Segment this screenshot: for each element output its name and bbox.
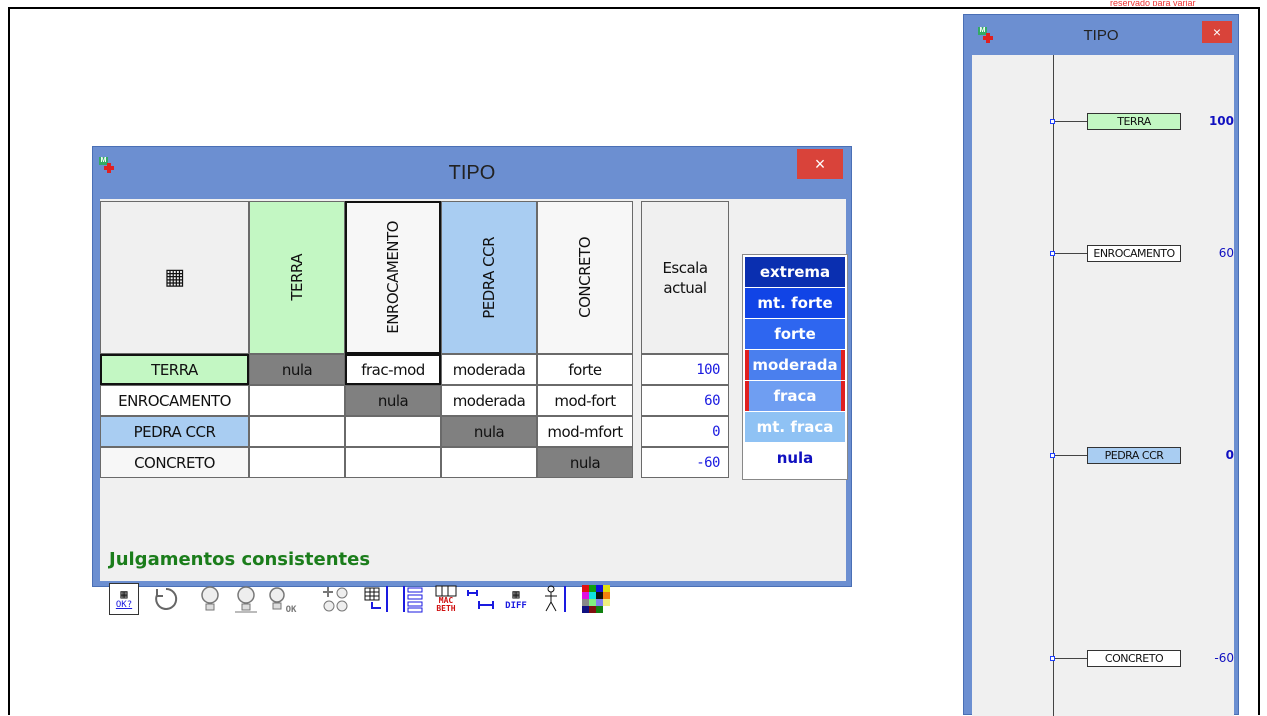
matrix-cell[interactable]: moderada [441, 354, 537, 385]
current-scale-header: Escala actual [641, 201, 729, 354]
row-header-pedra-ccr[interactable]: PEDRA CCR [100, 416, 249, 447]
matrix-corner: ▦ [100, 201, 249, 354]
scale-fraca[interactable]: fraca [745, 381, 845, 411]
matrix-cell [249, 385, 345, 416]
scale-extrema[interactable]: extrema [745, 257, 845, 287]
scale-mt-fraca[interactable]: mt. fraca [745, 412, 845, 442]
scale-item-value: -60 [1214, 651, 1234, 665]
column-header-pedra-ccr[interactable]: PEDRA CCR [441, 201, 537, 354]
title-bar[interactable]: M TIPO × [93, 147, 851, 199]
matrix-cell[interactable]: forte [537, 354, 633, 385]
scale-close-button[interactable]: × [1202, 21, 1232, 43]
scale-handle[interactable] [1050, 251, 1055, 256]
close-button[interactable]: × [797, 149, 843, 179]
bulb-sync-icon[interactable] [231, 583, 261, 615]
window-title: TIPO [448, 162, 496, 184]
column-header-terra[interactable]: TERRA [249, 201, 345, 354]
scale-moderada[interactable]: moderada [745, 350, 845, 380]
refresh-icon[interactable] [151, 583, 181, 615]
scale-item-pedra-ccr[interactable]: PEDRA CCR [1087, 447, 1181, 464]
macbeth-icon[interactable]: MAC BETH [431, 583, 461, 615]
current-scale-window: M TIPO × TERRA 100 ENROCAMENTO 60 PEDRA … [963, 14, 1239, 716]
frame-left-line [8, 7, 10, 715]
matrix-cell [345, 447, 441, 478]
scale-item-concreto[interactable]: CONCRETO [1087, 650, 1181, 667]
list-scale-icon[interactable] [399, 583, 429, 615]
scale-handle[interactable] [1050, 119, 1055, 124]
frame-right-line [1258, 7, 1260, 715]
scale-axis [1053, 55, 1054, 716]
matrix-cell[interactable]: mod-fort [537, 385, 633, 416]
scale-forte[interactable]: forte [745, 319, 845, 349]
scale-nula[interactable]: nula [745, 443, 845, 473]
scale-handle[interactable] [1050, 656, 1055, 661]
matrix-export-icon[interactable] [363, 583, 393, 615]
scale-tick [1053, 658, 1087, 659]
matrix-cell [441, 447, 537, 478]
judgement-matrix-window: M TIPO × ▦ TERRA ENROCAMENTO PEDRA CCR C… [92, 146, 852, 615]
scale-item-terra[interactable]: TERRA [1087, 113, 1181, 130]
color-palette-icon[interactable] [581, 583, 611, 615]
bulb-icon[interactable] [195, 583, 225, 615]
scale-title-bar[interactable]: M TIPO × [964, 15, 1238, 55]
matrix-cell [249, 447, 345, 478]
matrix-cell: nula [345, 385, 441, 416]
scale-panel: TERRA 100 ENROCAMENTO 60 PEDRA CCR 0 CON… [972, 55, 1234, 716]
matrix-cell [345, 416, 441, 447]
matrix-cell: nula [441, 416, 537, 447]
bulb-ok-icon[interactable]: OK [267, 583, 297, 615]
scale-value: 0 [641, 416, 729, 447]
scale-item-value: 60 [1218, 246, 1234, 260]
semantic-scale-legend: extrema mt. forte forte moderada fraca m… [742, 254, 848, 480]
diff-icon[interactable]: ▦ DIFF [501, 583, 531, 615]
matrix-cell [249, 416, 345, 447]
matrix-cell[interactable]: moderada [441, 385, 537, 416]
scale-item-enrocamento[interactable]: ENROCAMENTO [1087, 245, 1181, 262]
row-header-terra[interactable]: TERRA [100, 354, 249, 385]
scale-value: -60 [641, 447, 729, 478]
matrix-cell: nula [249, 354, 345, 385]
frame-top-line [8, 7, 1260, 9]
scale-item-value: 100 [1208, 114, 1234, 128]
scale-window-title: TIPO [1083, 27, 1119, 44]
matrix-cell[interactable]: mod-mfort [537, 416, 633, 447]
scale-value: 60 [641, 385, 729, 416]
scale-value: 100 [641, 354, 729, 385]
matrix-cell: nula [537, 447, 633, 478]
interval-icon[interactable] [465, 583, 495, 615]
row-header-enrocamento[interactable]: ENROCAMENTO [100, 385, 249, 416]
column-header-concreto[interactable]: CONCRETO [537, 201, 633, 354]
column-header-enrocamento[interactable]: ENROCAMENTO [345, 201, 441, 354]
row-header-concreto[interactable]: CONCRETO [100, 447, 249, 478]
scale-mt-forte[interactable]: mt. forte [745, 288, 845, 318]
matrix-panel: ▦ TERRA ENROCAMENTO PEDRA CCR CONCRETO E… [100, 199, 848, 615]
calculator-icon[interactable]: ▦ [164, 265, 185, 290]
add-bulbs-icon[interactable] [321, 583, 351, 615]
scale-tick [1053, 121, 1087, 122]
matrix-cell[interactable]: frac-mod [345, 354, 441, 385]
scale-handle[interactable] [1050, 453, 1055, 458]
scale-item-value: 0 [1225, 448, 1234, 462]
matrix-ok-icon[interactable]: ▦ OK? [109, 583, 139, 615]
person-scale-icon[interactable] [541, 583, 571, 615]
scale-tick [1053, 253, 1087, 254]
top-note: reservado para variar [1110, 0, 1196, 6]
scale-tick [1053, 455, 1087, 456]
toolbar: ▦ OK? OK MAC BETH ▦ DIFF [109, 579, 849, 619]
consistency-status: Julgamentos consistentes [109, 549, 371, 570]
